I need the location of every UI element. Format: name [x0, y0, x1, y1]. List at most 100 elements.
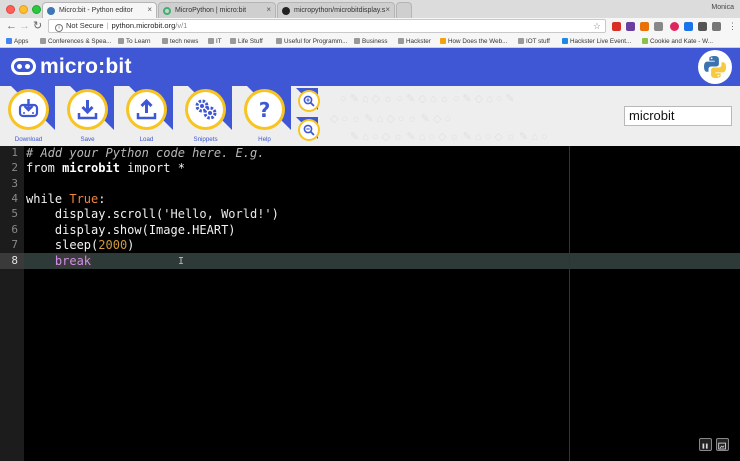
bookmark-item[interactable]: Conferences & Spea... [40, 38, 111, 45]
extension-icon[interactable] [670, 22, 679, 31]
code-line-8: break [54, 254, 92, 268]
zoom-out-icon [303, 124, 315, 136]
microbit-favicon-icon [163, 7, 171, 15]
folder-icon [162, 38, 168, 44]
bookmark-item[interactable]: To Learn [118, 38, 151, 45]
snippets-button[interactable]: Snippets [182, 86, 236, 146]
security-label: Not Secure [66, 21, 104, 30]
tab-title: MicroPython | micro:bit [175, 7, 247, 14]
save-label: Save [80, 136, 95, 143]
microbit-logo-icon [11, 58, 36, 75]
mouse-ibeam-cursor-icon: I [178, 256, 185, 267]
extension-icon[interactable] [640, 22, 649, 31]
code-line-5: display.scroll('Hello, World!') [54, 207, 279, 221]
download-icon [18, 99, 39, 118]
code-line-6: display.show(Image.HEART) [54, 223, 236, 237]
menu-icon[interactable]: ⋮ [728, 19, 737, 33]
line-number: 1 [11, 146, 18, 159]
bookmark-item[interactable]: Business [354, 38, 388, 45]
apps-grid-icon [6, 38, 12, 44]
minimize-window-button[interactable] [19, 5, 28, 14]
line-number: 8 [11, 254, 18, 267]
close-window-button[interactable] [6, 5, 15, 14]
zoom-in-button[interactable] [296, 88, 322, 114]
tab-micropython[interactable]: MicroPython | micro:bit × [158, 2, 276, 18]
bookmark-item[interactable]: Cookie and Kate - W... [642, 38, 713, 45]
bookmark-favicon-icon [440, 38, 446, 44]
extension-icon[interactable] [612, 22, 621, 31]
forward-arrow-icon[interactable]: → [19, 19, 30, 33]
code-line-4: while True: [26, 192, 106, 206]
snippets-label: Snippets [193, 136, 218, 143]
url-host: python.microbit.org [111, 21, 176, 30]
bookmark-favicon-icon [562, 38, 568, 44]
svg-text:?: ? [259, 98, 271, 122]
bookmark-item[interactable]: IOT stuff [518, 38, 550, 45]
action-toolbar: ○ ✎ ⌂ ◇ ☼ ○ ✎ ◇ ⌂ ☼ ○ ✎ ◇ ⌂ ○ ✎ ◇ ○ ☼ ✎ … [0, 86, 740, 146]
folder-icon [354, 38, 360, 44]
download-button[interactable]: Download [5, 86, 59, 146]
close-tab-icon[interactable]: × [385, 5, 390, 14]
zoom-in-icon [303, 95, 315, 107]
bookmark-item[interactable]: IT [208, 38, 222, 45]
profile-name[interactable]: Monica [711, 4, 734, 11]
code-editor[interactable]: 1 2 3 4 5 6 7 8 # Add your Python code h… [0, 146, 740, 461]
app-header: micro:bit [0, 48, 740, 86]
load-button[interactable]: Load [123, 86, 177, 146]
new-tab-button[interactable] [396, 2, 412, 18]
line-number: 5 [11, 207, 18, 220]
line-number: 3 [11, 177, 18, 190]
extension-icon[interactable] [626, 22, 635, 31]
tab-title: Micro:bit - Python editor [59, 7, 133, 14]
help-label: Help [258, 136, 271, 143]
bookmark-item[interactable]: How Does the Web... [440, 38, 507, 45]
bookmark-item[interactable]: Hackster [398, 38, 431, 45]
bookmark-item[interactable]: tech news [162, 38, 198, 45]
line-number: 7 [11, 238, 18, 251]
line-number: 4 [11, 192, 18, 205]
bookmark-item[interactable]: Life Stuff [230, 38, 263, 45]
decorative-pattern-icon: ◇ ○ ☼ ✎ ⌂ ◇ ○ ☼ ✎ ◇ ○ [330, 113, 452, 125]
app-logo-text: micro:bit [40, 55, 132, 78]
code-line-1: # Add your Python code here. E.g. [26, 146, 265, 160]
address-bar[interactable]: i Not Secure | python.microbit.org/v/1 ☆ [48, 19, 606, 33]
zoom-out-button[interactable] [296, 117, 322, 143]
code-line-7: sleep(2000) [54, 238, 135, 252]
extension-icon[interactable] [654, 22, 663, 31]
extension-icon[interactable] [684, 22, 693, 31]
bookmark-item[interactable]: Hackster Live Event... [562, 38, 631, 45]
maximize-window-button[interactable] [32, 5, 41, 14]
tab-python-editor[interactable]: Micro:bit - Python editor × [42, 2, 157, 18]
url-path: /v/1 [175, 21, 188, 30]
github-favicon-icon [282, 7, 290, 15]
browser-toolbar: ← → ↻ i Not Secure | python.microbit.org/v/… [0, 18, 740, 35]
back-arrow-icon[interactable]: ← [6, 19, 17, 33]
python-logo-icon[interactable] [698, 50, 732, 84]
extension-icon[interactable] [712, 22, 721, 31]
browser-tab-bar: Micro:bit - Python editor × MicroPython … [0, 0, 740, 18]
info-icon[interactable]: i [55, 24, 63, 32]
bookmark-item[interactable]: Useful for Programm... [276, 38, 347, 45]
reload-icon[interactable]: ↻ [33, 19, 42, 33]
folder-icon [518, 38, 524, 44]
help-button[interactable]: ? Help [241, 86, 295, 146]
line-number: 2 [11, 161, 18, 174]
bookmark-apps[interactable]: Apps [6, 38, 28, 45]
extension-icon[interactable] [698, 22, 707, 31]
close-tab-icon[interactable]: × [266, 5, 271, 14]
pause-icon[interactable] [699, 438, 712, 451]
folder-icon [398, 38, 404, 44]
script-name-input[interactable]: microbit [624, 106, 732, 126]
picture-in-picture-icon[interactable] [716, 438, 729, 451]
print-margin [569, 146, 570, 461]
bookmarks-bar: Apps Conferences & Spea... To Learn tech… [0, 35, 740, 48]
folder-icon [230, 38, 236, 44]
close-tab-icon[interactable]: × [147, 5, 152, 14]
line-number: 6 [11, 223, 18, 236]
active-line-highlight [24, 253, 740, 269]
tab-github[interactable]: micropython/microbitdisplay.s × [277, 2, 395, 18]
load-icon [136, 98, 157, 120]
save-button[interactable]: Save [64, 86, 118, 146]
save-icon [77, 100, 98, 120]
bookmark-star-icon[interactable]: ☆ [593, 20, 601, 32]
